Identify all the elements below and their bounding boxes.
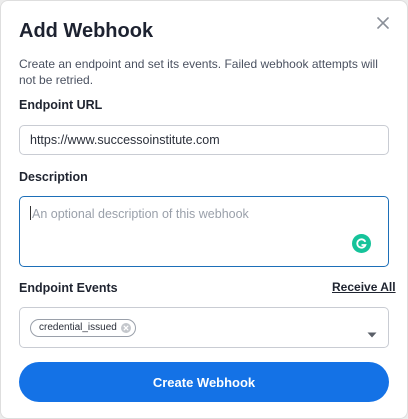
endpoint-url-input[interactable]: https://www.successoinstitute.com bbox=[19, 125, 389, 155]
text-caret bbox=[30, 206, 31, 220]
event-chip: credential_issued bbox=[30, 319, 136, 337]
remove-chip-icon[interactable] bbox=[120, 323, 131, 333]
chevron-down-icon[interactable] bbox=[367, 325, 377, 343]
close-icon[interactable] bbox=[371, 11, 395, 35]
endpoint-url-label: Endpoint URL bbox=[19, 98, 103, 112]
add-webhook-modal: Add Webhook Create an endpoint and set i… bbox=[0, 0, 408, 419]
endpoint-events-label: Endpoint Events bbox=[19, 281, 118, 295]
grammarly-icon[interactable] bbox=[352, 234, 371, 253]
description-label: Description bbox=[19, 170, 88, 184]
modal-subtitle: Create an endpoint and set its events. F… bbox=[19, 57, 378, 87]
description-textarea[interactable]: An optional description of this webhook bbox=[19, 196, 389, 267]
endpoint-events-select[interactable]: credential_issued bbox=[19, 307, 389, 348]
create-webhook-button[interactable]: Create Webhook bbox=[19, 362, 389, 402]
description-placeholder: An optional description of this webhook bbox=[32, 207, 249, 221]
receive-all-link[interactable]: Receive All bbox=[332, 280, 396, 294]
modal-title: Add Webhook bbox=[19, 20, 154, 42]
event-chip-label: credential_issued bbox=[39, 322, 117, 333]
